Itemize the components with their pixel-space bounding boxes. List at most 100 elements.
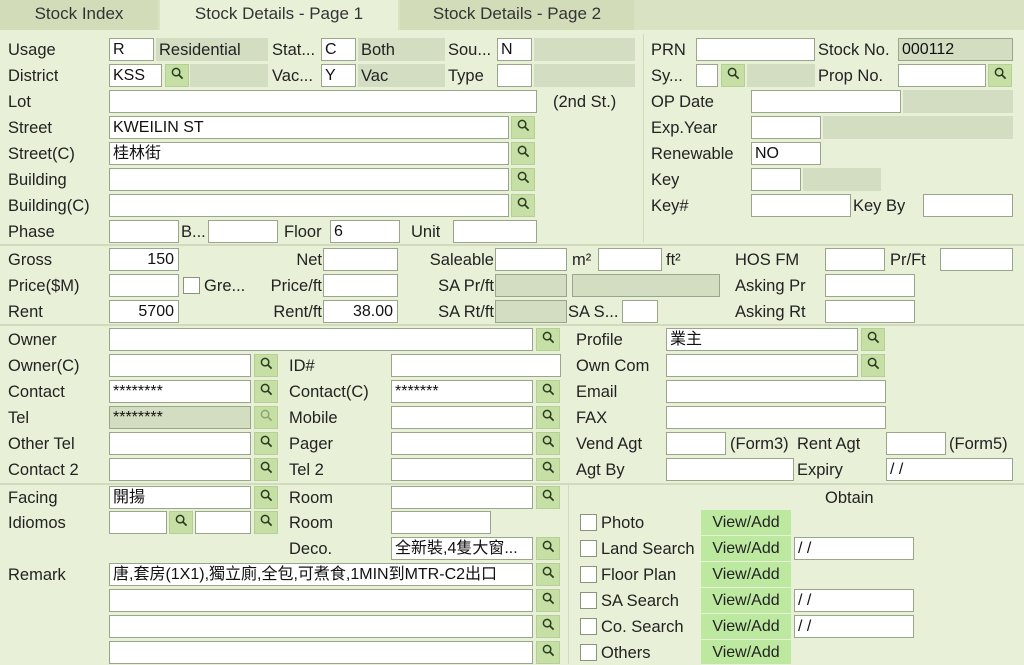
building-c-search-button[interactable] (511, 194, 535, 217)
remark-3-search-button[interactable] (536, 615, 560, 638)
pager-field[interactable] (391, 432, 533, 455)
building-c-field[interactable] (109, 194, 509, 217)
remark-field-3[interactable] (109, 615, 533, 638)
tab-stock-details-page-2[interactable]: Stock Details - Page 2 (400, 0, 634, 30)
photo-view-add-button[interactable]: View/Add (701, 510, 791, 535)
op-date-field[interactable] (751, 90, 901, 113)
facing-field[interactable]: 開揚 (109, 486, 251, 509)
other-tel-field[interactable] (109, 432, 251, 455)
rent-field[interactable]: 5700 (109, 300, 179, 323)
remark-field-2[interactable] (109, 589, 533, 612)
fax-field[interactable] (666, 406, 886, 429)
tel2-search-button[interactable] (536, 458, 560, 481)
owner-field[interactable] (109, 328, 533, 351)
idiomos-field-1[interactable] (109, 511, 167, 534)
tab-stock-details-page-1[interactable]: Stock Details - Page 1 (160, 0, 398, 30)
profile-search-button[interactable] (861, 328, 885, 351)
building-field[interactable] (109, 168, 509, 191)
deco-field[interactable]: 全新裝,4隻大窗... (391, 537, 533, 560)
own-com-search-button[interactable] (861, 354, 885, 377)
gross-field[interactable]: 150 (109, 248, 179, 271)
street-field[interactable]: KWEILIN ST (109, 116, 509, 139)
co-search-checkbox[interactable] (580, 618, 597, 635)
sou-field[interactable]: N (497, 38, 532, 61)
contact-c-field[interactable]: ******* (391, 380, 533, 403)
own-com-field[interactable] (666, 354, 858, 377)
street-c-field[interactable]: 桂林街 (109, 142, 509, 165)
sa-search-checkbox[interactable] (580, 592, 597, 609)
floor-field[interactable]: 6 (330, 220, 400, 243)
prn-field[interactable] (696, 38, 815, 61)
street-c-search-button[interactable] (511, 142, 535, 165)
remark-2-search-button[interactable] (536, 589, 560, 612)
key-field[interactable] (751, 168, 801, 191)
profile-field[interactable]: 業主 (666, 328, 858, 351)
pager-search-button[interactable] (536, 432, 560, 455)
rent-agt-field[interactable] (886, 432, 946, 455)
tel-search-button[interactable] (254, 406, 278, 429)
key-hash-field[interactable] (751, 194, 851, 217)
contact-field[interactable]: ******** (109, 380, 251, 403)
net-field[interactable] (323, 248, 398, 271)
building-search-button[interactable] (511, 168, 535, 191)
tab-stock-index[interactable]: Stock Index (0, 0, 158, 30)
rent-ft-field[interactable]: 38.00 (323, 300, 398, 323)
key-by-field[interactable] (923, 194, 1013, 217)
vac-field[interactable]: Y (321, 64, 356, 87)
floor-plan-view-add-button[interactable]: View/Add (701, 562, 791, 587)
district-search-button[interactable] (165, 64, 189, 87)
saleable-field[interactable] (495, 248, 567, 271)
unit-field[interactable] (453, 220, 537, 243)
owner-search-button[interactable] (536, 328, 560, 351)
prop-no-search-button[interactable] (988, 64, 1012, 87)
id-field[interactable] (391, 354, 561, 377)
mobile-field[interactable] (391, 406, 533, 429)
tel2-field[interactable] (391, 458, 533, 481)
remark-4-search-button[interactable] (536, 641, 560, 664)
renewable-field[interactable]: NO (751, 142, 821, 165)
idiomos-search-button[interactable] (169, 511, 193, 534)
sa-s-field[interactable] (622, 300, 658, 323)
gre-checkbox[interactable] (183, 277, 200, 294)
mobile-search-button[interactable] (536, 406, 560, 429)
idiomos-2-search-button[interactable] (254, 511, 278, 534)
room-search-button[interactable] (536, 486, 560, 509)
photo-checkbox[interactable] (580, 514, 597, 531)
remark-field-4[interactable] (109, 641, 533, 664)
land-search-view-add-button[interactable]: View/Add (701, 536, 791, 561)
asking-rt-field[interactable] (825, 300, 915, 323)
email-field[interactable] (666, 380, 886, 403)
block-field[interactable] (208, 220, 278, 243)
prop-no-field[interactable] (898, 64, 986, 87)
saleable-ft2-field[interactable] (598, 248, 662, 271)
land-search-date-field[interactable]: / / (794, 537, 914, 560)
phase-field[interactable] (109, 220, 179, 243)
others-checkbox[interactable] (580, 644, 597, 661)
facing-search-button[interactable] (254, 486, 278, 509)
floor-plan-checkbox[interactable] (580, 566, 597, 583)
district-field[interactable]: KSS (109, 64, 162, 87)
room-field[interactable] (391, 486, 533, 509)
hos-fm-field[interactable] (825, 248, 885, 271)
owner-c-search-button[interactable] (254, 354, 278, 377)
co-search-view-add-button[interactable]: View/Add (701, 614, 791, 639)
idiomos-field-2[interactable] (195, 511, 251, 534)
contact2-search-button[interactable] (254, 458, 278, 481)
sa-search-date-field[interactable]: / / (794, 589, 914, 612)
sa-search-view-add-button[interactable]: View/Add (701, 588, 791, 613)
sy-field[interactable] (696, 64, 718, 87)
stat-field[interactable]: C (321, 38, 356, 61)
other-tel-search-button[interactable] (254, 432, 278, 455)
asking-pr-field[interactable] (825, 274, 915, 297)
contact-c-search-button[interactable] (536, 380, 560, 403)
deco-search-button[interactable] (536, 537, 560, 560)
price-field[interactable] (109, 274, 179, 297)
contact-search-button[interactable] (254, 380, 278, 403)
remark-field-1[interactable]: 唐,套房(1X1),獨立廁,全包,可煮食,1MIN到MTR-C2出口 (109, 563, 533, 586)
vend-agt-field[interactable] (666, 432, 726, 455)
others-view-add-button[interactable]: View/Add (701, 640, 791, 664)
room2-field[interactable] (391, 511, 491, 534)
street-search-button[interactable] (511, 116, 535, 139)
agt-by-field[interactable] (666, 458, 794, 481)
pr-ft-field[interactable] (940, 248, 1013, 271)
